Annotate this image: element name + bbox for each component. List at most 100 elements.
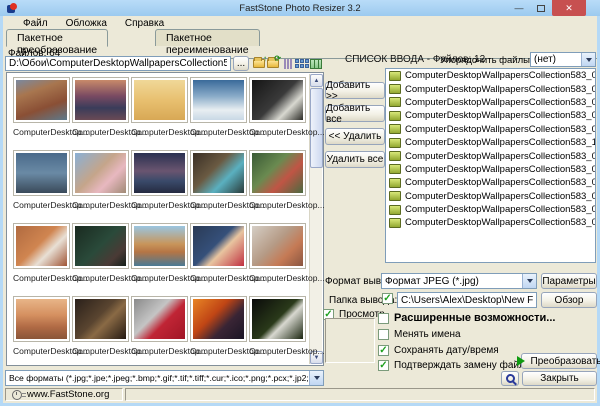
maximize-button[interactable] (530, 0, 552, 16)
thumbnail-fire-fantasy[interactable]: ComputerDesktop... (190, 296, 247, 356)
keep-date-checkbox[interactable] (378, 345, 389, 356)
thumbnail-redhead-by-window[interactable]: ComputerDesktop... (249, 223, 306, 283)
image-file-icon (389, 111, 401, 121)
thumbnail-dark-painting-people[interactable]: ComputerDesktop... (72, 296, 129, 356)
remove-all-button[interactable]: Удалить все (325, 151, 385, 168)
menubar: Файл Обложка Справка (3, 16, 597, 30)
thumbnail-image (75, 226, 126, 266)
rename-label: Менять имена (394, 329, 461, 340)
details-view-icon[interactable] (281, 57, 294, 70)
file-list-item[interactable]: ComputerDesktopWallpapersCollection583_1… (386, 136, 595, 149)
file-list-item[interactable]: ComputerDesktopWallpapersCollection583_0… (386, 190, 595, 203)
thumbnail-image (75, 153, 126, 193)
path-input[interactable] (5, 56, 231, 71)
thumbnail-red-bus-jungle[interactable]: ComputerDesktop... (249, 150, 306, 210)
thumbnail-scrollbar[interactable]: ▲ ▼ (309, 74, 322, 364)
thumbnail-white-goat-dark[interactable]: ComputerDesktop... (249, 77, 306, 137)
rename-checkbox[interactable] (378, 329, 389, 340)
remove-button[interactable]: << Удалить (325, 128, 385, 145)
thumbnail-venice-canal[interactable]: ComputerDesktop... (131, 223, 188, 283)
sort-label: Упорядочить файлы: (440, 55, 533, 66)
thumbnail-image (16, 153, 67, 193)
thumbnail-cave-lagoon[interactable]: ComputerDesktop... (190, 150, 247, 210)
tab-batch-convert[interactable]: Пакетное преобразование (6, 29, 108, 47)
file-name: ComputerDesktopWallpapersCollection583_0… (405, 204, 596, 215)
file-list-item[interactable]: ComputerDesktopWallpapersCollection583_0… (386, 203, 595, 216)
file-list-item[interactable]: ComputerDesktopWallpapersCollection583_0… (386, 69, 595, 82)
chevron-down-icon[interactable] (309, 371, 323, 385)
thumbnail-caption: ComputerDesktop... (190, 127, 247, 137)
thumbnail-planet-over-mountains[interactable]: ComputerDesktop... (131, 150, 188, 210)
file-list-item[interactable]: ComputerDesktopWallpapersCollection583_0… (386, 216, 595, 229)
convert-button[interactable]: Преобразовать (521, 353, 597, 369)
thumbnail-caption: ComputerDesktop... (190, 273, 247, 283)
sort-combobox[interactable]: (нет) (530, 52, 596, 67)
image-file-icon (389, 205, 401, 215)
thumbnail-image (16, 299, 67, 339)
close-button[interactable]: ✕ (552, 0, 586, 16)
thumbnail-blonde-woman-rock[interactable]: ComputerDesktop... (72, 150, 129, 210)
add-all-button[interactable]: Добавить все (325, 105, 385, 122)
browse-folder-button[interactable]: Обзор (541, 292, 597, 308)
close-dialog-button[interactable]: Закрыть (522, 371, 597, 386)
thumbnail-city-street-dusk[interactable]: ComputerDesktop... (13, 150, 70, 210)
thumbnail-blonde-red-dress[interactable]: ComputerDesktop... (190, 223, 247, 283)
list-view-icon[interactable] (295, 57, 308, 70)
file-list-item[interactable]: ComputerDesktopWallpapersCollection583_0… (386, 176, 595, 189)
file-list-item[interactable]: ComputerDesktopWallpapersCollection583_0… (386, 96, 595, 109)
thumbnail-image (252, 299, 303, 339)
input-file-list[interactable]: ComputerDesktopWallpapersCollection583_0… (385, 68, 596, 263)
minimize-button[interactable]: — (508, 0, 530, 16)
scroll-up-icon[interactable]: ▲ (310, 74, 323, 87)
client-area: Файл Обложка Справка Пакетное преобразован… (3, 16, 597, 403)
chevron-down-icon[interactable] (581, 53, 595, 66)
advanced-options-label: Расширенные возможности... (394, 312, 555, 324)
menu-item-1[interactable]: Обложка (64, 18, 109, 29)
thumbnail-clouds-sky[interactable]: ComputerDesktop... (190, 77, 247, 137)
thumbnail-woman-dark-green[interactable]: ComputerDesktop... (72, 223, 129, 283)
website-link[interactable]: www.FastStone.org (27, 389, 109, 400)
output-folder-checkbox[interactable] (382, 293, 393, 304)
thumbnail-canyon-cliffs[interactable]: ComputerDesktop... (13, 77, 70, 137)
file-list-item[interactable]: ComputerDesktopWallpapersCollection583_0… (386, 149, 595, 162)
thumbnail-red-panda[interactable]: ComputerDesktop... (13, 223, 70, 283)
thumbnail-footballer-14-red[interactable]: ComputerDesktop... (131, 296, 188, 356)
browse-path-button[interactable]: ... (233, 56, 249, 71)
thumbnail-view-icon[interactable] (309, 57, 322, 70)
menu-item-0[interactable]: Файл (21, 18, 50, 29)
tab-batch-rename[interactable]: Пакетное переименование (155, 29, 260, 46)
file-list-item[interactable]: ComputerDesktopWallpapersCollection583_0… (386, 109, 595, 122)
format-settings-button[interactable]: Параметры (541, 273, 597, 289)
formats-filter-combobox[interactable]: Все форматы (*.jpg;*.jpe;*.jpeg;*.bmp;*.… (5, 370, 324, 386)
chevron-down-icon[interactable] (522, 274, 536, 288)
advanced-options-checkbox[interactable] (378, 313, 389, 324)
thumbnail-mountain-sunset-lake[interactable]: ComputerDesktop... (72, 77, 129, 137)
thumbnail-image (134, 299, 185, 339)
file-list-item[interactable]: ComputerDesktopWallpapersCollection583_0… (386, 163, 595, 176)
preview-magnifier-button[interactable] (501, 371, 519, 386)
thumbnail-image (252, 226, 303, 266)
thumbnail-caption: ComputerDesktop... (131, 200, 188, 210)
confirm-overwrite-checkbox[interactable] (378, 360, 389, 371)
output-folder-input[interactable] (397, 292, 537, 308)
thumbnail-soccer-ball-grass[interactable]: ComputerDesktop... (249, 296, 306, 356)
add-button[interactable]: Добавить >> (325, 82, 385, 99)
thumbnail-caption: ComputerDesktop... (13, 273, 70, 283)
thumbnail-caption: ComputerDesktop... (13, 127, 70, 137)
thumbnail-image (252, 80, 303, 120)
folder-up-icon[interactable]: ↑ (252, 57, 265, 70)
play-icon (517, 356, 525, 366)
thumbnail-golden-swans[interactable]: ComputerDesktop... (131, 77, 188, 137)
thumbnail-surreal-wave-sunset[interactable]: ComputerDesktop... (13, 296, 70, 356)
image-file-icon (389, 84, 401, 94)
thumbnail-image (252, 153, 303, 193)
folder-refresh-icon[interactable]: ⟳ (266, 57, 279, 70)
file-name: ComputerDesktopWallpapersCollection583_1… (405, 137, 596, 148)
menu-item-2[interactable]: Справка (123, 18, 166, 29)
thumbnail-caption: ComputerDesktop... (249, 127, 306, 137)
file-list-item[interactable]: ComputerDesktopWallpapersCollection583_0… (386, 82, 595, 95)
thumbnail-caption: ComputerDesktop... (190, 200, 247, 210)
thumbnail-caption: ComputerDesktop... (13, 346, 70, 356)
output-format-combobox[interactable]: Формат JPEG (*.jpg) (381, 273, 537, 289)
file-list-item[interactable]: ComputerDesktopWallpapersCollection583_0… (386, 123, 595, 136)
